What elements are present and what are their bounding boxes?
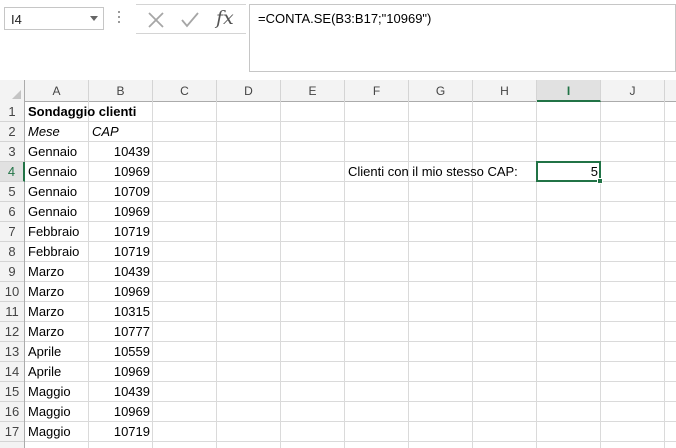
name-box[interactable]: I4: [4, 7, 104, 30]
cell-mese[interactable]: Maggio: [25, 402, 89, 422]
column-header-b[interactable]: B: [89, 80, 153, 102]
active-cell-border: [536, 161, 601, 182]
cell-mese[interactable]: Gennaio: [25, 182, 89, 202]
cell-mese[interactable]: Marzo: [25, 322, 89, 342]
cell-cap[interactable]: 10439: [89, 382, 153, 402]
cell-cap[interactable]: 10969: [89, 202, 153, 222]
cell-mese[interactable]: Maggio: [25, 422, 89, 442]
column-header-e[interactable]: E: [281, 80, 345, 102]
cell-cap[interactable]: 10969: [89, 362, 153, 382]
cell-cap[interactable]: 10439: [89, 262, 153, 282]
gridline-vertical: [280, 102, 281, 448]
column-header-g[interactable]: G: [409, 80, 473, 102]
select-all-triangle-icon: [12, 90, 21, 99]
cell-f4-label[interactable]: Clienti con il mio stesso CAP:: [345, 162, 535, 182]
column-header-bar: ABCDEFGHIJ: [0, 80, 676, 102]
row-header-3[interactable]: 3: [0, 142, 24, 162]
cell-cap[interactable]: 10969: [89, 162, 153, 182]
cell-cap[interactable]: 10719: [89, 242, 153, 262]
row-header-8[interactable]: 8: [0, 242, 24, 262]
row-header-6[interactable]: 6: [0, 202, 24, 222]
formula-input[interactable]: =CONTA.SE(B3:B17;"10969"): [249, 4, 676, 72]
row-header-12[interactable]: 12: [0, 322, 24, 342]
insert-function-icon[interactable]: fx: [216, 7, 234, 29]
cell-cap[interactable]: 10709: [89, 182, 153, 202]
cell-cap[interactable]: 10439: [89, 142, 153, 162]
cell-cap[interactable]: 10719: [89, 422, 153, 442]
row-header-15[interactable]: 15: [0, 382, 24, 402]
row-header-16[interactable]: 16: [0, 402, 24, 422]
cell-mese[interactable]: Aprile: [25, 362, 89, 382]
gridline-vertical: [408, 102, 409, 448]
row-header-17[interactable]: 17: [0, 422, 24, 442]
row-header-5[interactable]: 5: [0, 182, 24, 202]
gridline-vertical: [600, 102, 601, 448]
cell-a2-header-mese[interactable]: Mese: [25, 122, 89, 142]
row-header-11[interactable]: 11: [0, 302, 24, 322]
column-header-h[interactable]: H: [473, 80, 537, 102]
cell-cap[interactable]: 10969: [89, 282, 153, 302]
gridline-vertical: [216, 102, 217, 448]
cell-mese[interactable]: Marzo: [25, 282, 89, 302]
row-header-10[interactable]: 10: [0, 282, 24, 302]
cell-mese[interactable]: Maggio: [25, 382, 89, 402]
column-header-a[interactable]: A: [25, 80, 89, 102]
cell-cap[interactable]: 10777: [89, 322, 153, 342]
cell-mese[interactable]: Marzo: [25, 262, 89, 282]
cancel-icon[interactable]: [146, 10, 166, 30]
cell-mese[interactable]: Gennaio: [25, 202, 89, 222]
gridline-vertical: [472, 102, 473, 448]
cell-mese[interactable]: Gennaio: [25, 162, 89, 182]
row-header-1[interactable]: 1: [0, 102, 24, 122]
cell-cap[interactable]: 10559: [89, 342, 153, 362]
row-header-7[interactable]: 7: [0, 222, 24, 242]
cell-mese[interactable]: Marzo: [25, 302, 89, 322]
cell-a1-title[interactable]: Sondaggio clienti: [25, 102, 185, 122]
cell-cap[interactable]: 10315: [89, 302, 153, 322]
row-header-2[interactable]: 2: [0, 122, 24, 142]
row-header-4[interactable]: 4: [0, 162, 25, 182]
cell-cap[interactable]: 10969: [89, 402, 153, 422]
row-header-9[interactable]: 9: [0, 262, 24, 282]
cell-area[interactable]: Sondaggio clienti Mese CAP Gennaio 10439 Genn…: [25, 102, 676, 448]
row-header-13[interactable]: 13: [0, 342, 24, 362]
name-box-value: I4: [11, 12, 22, 27]
column-header-i[interactable]: I: [537, 80, 601, 102]
gridline-vertical: [664, 102, 665, 448]
column-header-j[interactable]: J: [601, 80, 665, 102]
cell-mese[interactable]: Aprile: [25, 342, 89, 362]
row-header-bar: 1 2 3 4 5 6 7 8 9 10 11 12 13 14 15 16 17: [0, 102, 25, 448]
select-all-button[interactable]: [0, 80, 25, 102]
chevron-down-icon[interactable]: [90, 16, 98, 21]
formula-buttons: fx: [136, 4, 246, 34]
column-header-c[interactable]: C: [153, 80, 217, 102]
cell-mese[interactable]: Gennaio: [25, 142, 89, 162]
spreadsheet-grid: ABCDEFGHIJ 1 2 3 4 5 6 7 8 9 10 11 12 13 14 15 16 17 Son…: [0, 80, 676, 448]
grip-icon: [118, 11, 121, 27]
check-icon[interactable]: [180, 10, 200, 30]
fill-handle[interactable]: [597, 178, 603, 184]
cell-cap[interactable]: 10719: [89, 222, 153, 242]
cell-mese[interactable]: Febbraio: [25, 222, 89, 242]
gridline-vertical: [536, 102, 537, 448]
column-header-d[interactable]: D: [217, 80, 281, 102]
gridline-vertical: [344, 102, 345, 448]
cell-mese[interactable]: Febbraio: [25, 242, 89, 262]
row-header-14[interactable]: 14: [0, 362, 24, 382]
cell-b2-header-cap[interactable]: CAP: [89, 122, 153, 142]
formula-text: =CONTA.SE(B3:B17;"10969"): [258, 11, 432, 26]
formula-bar-area: I4 fx =CONTA.SE(B3:B17;"10969"): [0, 0, 676, 80]
column-header-f[interactable]: F: [345, 80, 409, 102]
